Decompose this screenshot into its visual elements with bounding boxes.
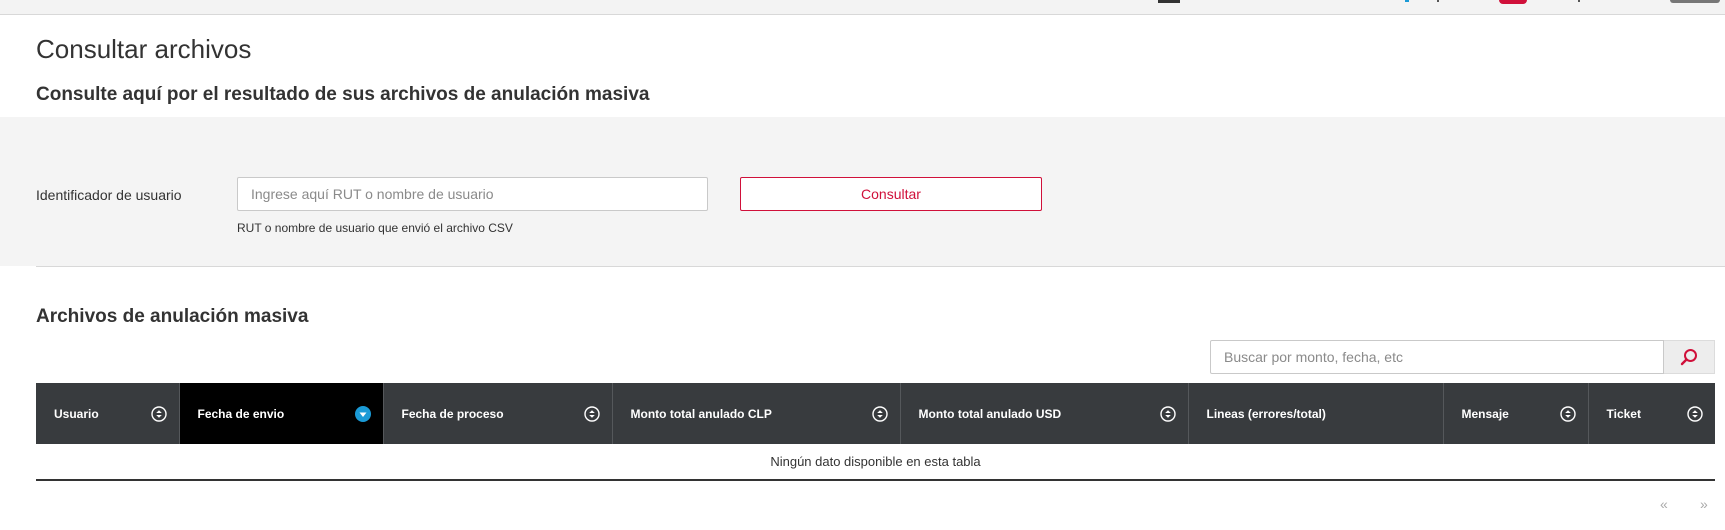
info-icon[interactable] xyxy=(1405,0,1409,2)
column-header-lineas: Lineas (errores/total) xyxy=(1188,383,1444,444)
column-header-usuario[interactable]: Usuario xyxy=(36,383,180,444)
table-row: Ningún dato disponible en esta tabla xyxy=(36,444,1715,481)
table-search xyxy=(1210,340,1715,374)
user-identifier-input[interactable] xyxy=(237,177,708,211)
page-title: Consultar archivos xyxy=(36,34,252,64)
sort-icon[interactable] xyxy=(1159,405,1176,422)
user-menu-button[interactable] xyxy=(1670,0,1720,3)
sort-icon[interactable] xyxy=(1559,405,1576,422)
column-header-monto-clp[interactable]: Monto total anulado CLP xyxy=(612,383,901,444)
top-navigation-bar xyxy=(0,0,1725,15)
grid-icon[interactable] xyxy=(1158,0,1180,3)
empty-table-message: Ningún dato disponible en esta tabla xyxy=(36,444,1715,481)
column-label: Fecha de proceso xyxy=(401,406,504,421)
column-header-ticket[interactable]: Ticket xyxy=(1588,383,1715,444)
column-label: Fecha de envio xyxy=(197,406,285,421)
search-icon xyxy=(1680,349,1697,366)
column-label: Usuario xyxy=(54,406,99,421)
table-header-row: Usuario Fecha de envio Fecha de proceso … xyxy=(36,383,1715,444)
nav-separator xyxy=(1437,0,1439,2)
sort-icon[interactable] xyxy=(150,405,167,422)
notification-badge[interactable] xyxy=(1499,0,1527,4)
user-identifier-label: Identificador de usuario xyxy=(36,187,182,203)
column-label: Mensaje xyxy=(1461,406,1509,421)
nav-separator xyxy=(1578,0,1580,2)
column-header-fecha-envio[interactable]: Fecha de envio xyxy=(179,383,384,444)
pagination-next[interactable]: » xyxy=(1700,496,1708,512)
filter-panel: Identificador de usuario RUT o nombre de… xyxy=(0,117,1725,266)
column-header-monto-usd[interactable]: Monto total anulado USD xyxy=(900,383,1189,444)
sort-icon[interactable] xyxy=(583,405,600,422)
column-label: Monto total anulado CLP xyxy=(630,406,772,421)
column-header-mensaje[interactable]: Mensaje xyxy=(1443,383,1589,444)
section-title: Archivos de anulación masiva xyxy=(36,306,309,327)
pagination-previous[interactable]: « xyxy=(1660,496,1668,512)
column-label: Ticket xyxy=(1606,406,1641,421)
column-label: Lineas (errores/total) xyxy=(1206,406,1326,421)
cancellation-files-table: Usuario Fecha de envio Fecha de proceso … xyxy=(36,383,1715,481)
section-divider xyxy=(36,266,1725,267)
user-identifier-help: RUT o nombre de usuario que envió el arc… xyxy=(237,221,513,235)
sort-icon[interactable] xyxy=(871,405,888,422)
sort-icon[interactable] xyxy=(1687,405,1703,422)
consult-button[interactable]: Consultar xyxy=(740,177,1042,211)
table-search-input[interactable] xyxy=(1210,340,1664,374)
column-header-fecha-proceso[interactable]: Fecha de proceso xyxy=(383,383,613,444)
page-subtitle: Consulte aquí por el resultado de sus ar… xyxy=(36,84,650,105)
sort-descending-icon[interactable] xyxy=(354,405,371,422)
column-label: Monto total anulado USD xyxy=(918,406,1062,421)
search-button[interactable] xyxy=(1664,340,1715,374)
